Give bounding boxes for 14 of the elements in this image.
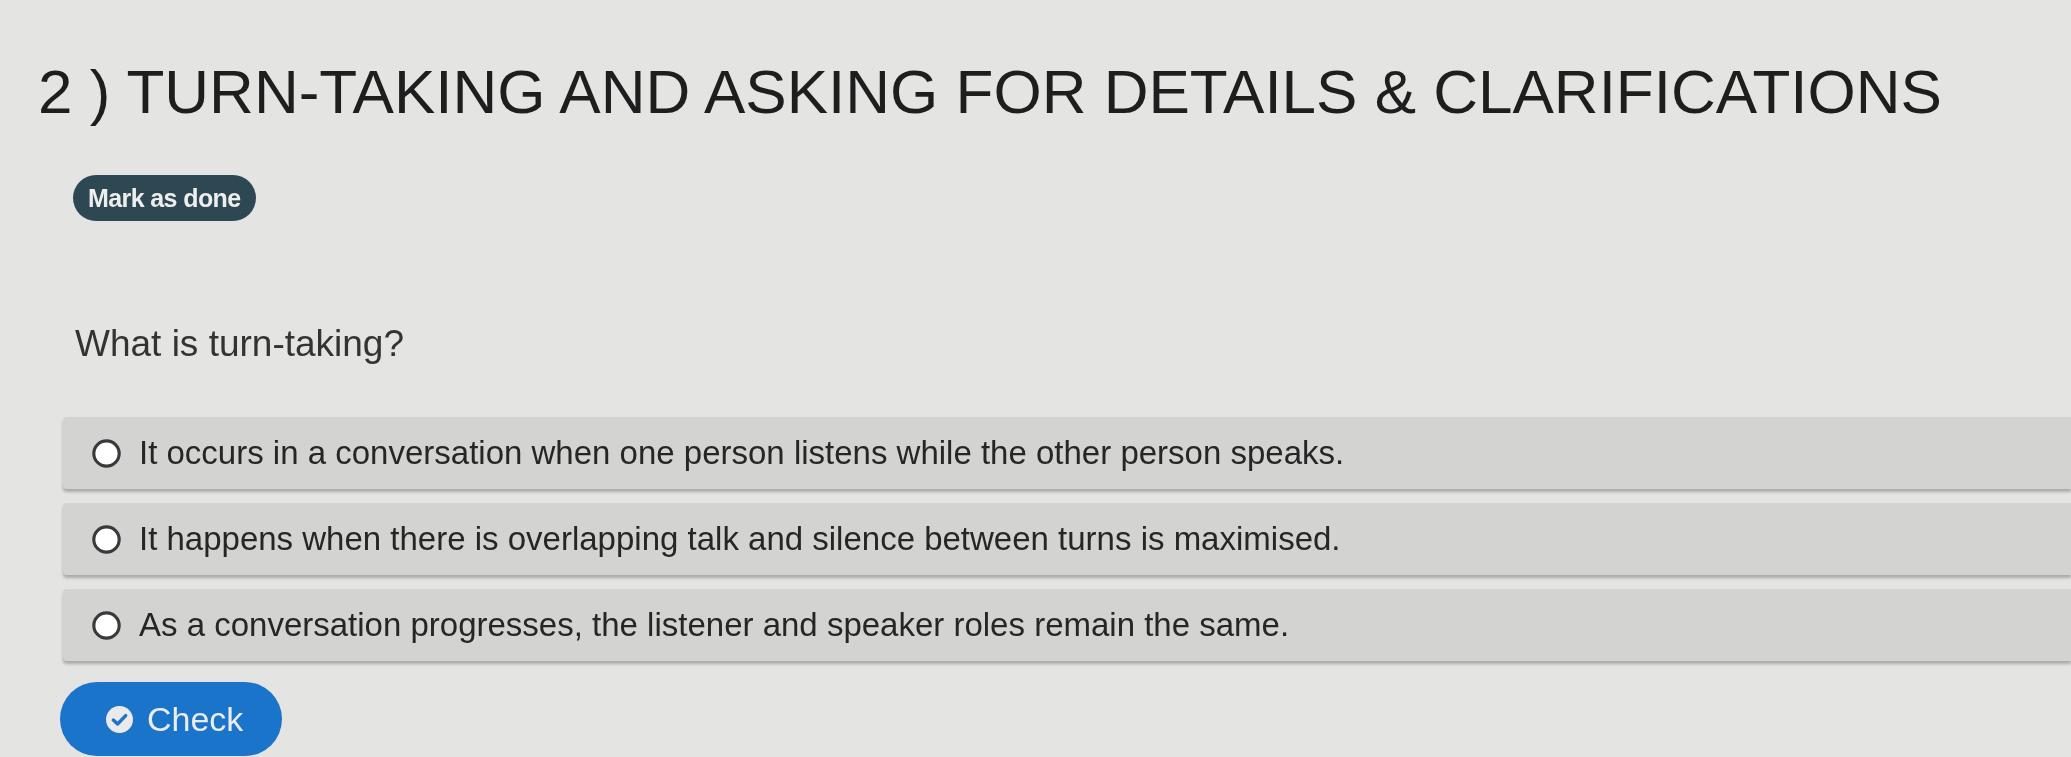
option-text: It occurs in a conversation when one person listens while the other person speaks. [139, 434, 1345, 472]
mark-as-done-button[interactable]: Mark as done [73, 175, 256, 221]
answer-option[interactable]: It occurs in a conversation when one person listens while the other person speaks. [63, 417, 2071, 489]
radio-button-icon[interactable] [92, 524, 121, 554]
check-circle-icon [106, 705, 133, 733]
section-title: 2 ) TURN-TAKING AND ASKING FOR DETAILS & CLARIFICATIONS [38, 58, 1942, 126]
option-text: It happens when there is overlapping talk and silence between turns is maximised. [139, 520, 1341, 558]
answer-option[interactable]: As a conversation progresses, the listener and speaker roles remain the same. [63, 589, 2071, 661]
check-button[interactable]: Check [60, 682, 283, 756]
answer-option[interactable]: It happens when there is overlapping talk and silence between turns is maximised. [63, 503, 2071, 575]
question-text: What is turn-taking? [75, 322, 405, 365]
radio-button-icon[interactable] [92, 610, 121, 640]
radio-button-icon[interactable] [92, 438, 121, 468]
option-text: As a conversation progresses, the listener and speaker roles remain the same. [139, 606, 1290, 644]
